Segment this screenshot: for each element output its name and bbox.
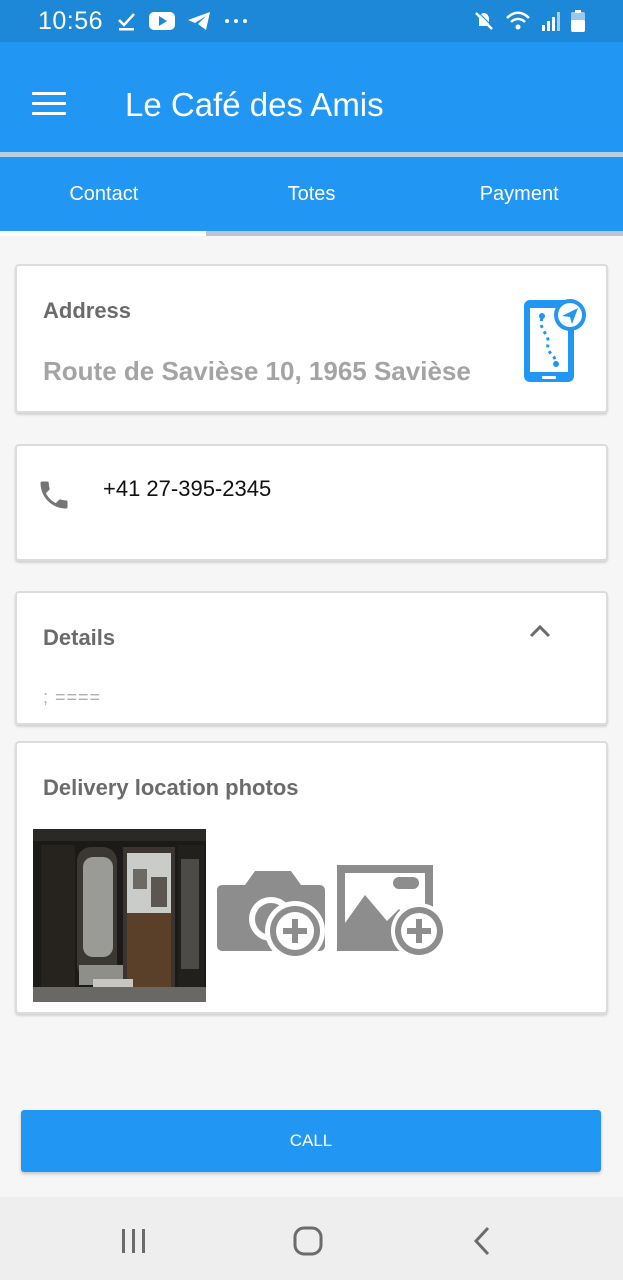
tab-payment[interactable]: Payment [415, 157, 623, 231]
status-time: 10:56 [38, 6, 104, 35]
system-nav-bar [0, 1197, 623, 1280]
signal-icon [542, 12, 560, 31]
check-icon [118, 13, 135, 31]
phone-navigation-icon[interactable] [522, 298, 588, 384]
address-card[interactable]: Address Route de Savièse 10, 1965 Saviès… [15, 264, 608, 413]
details-note: ; ==== [43, 687, 102, 707]
phone-icon [40, 481, 68, 509]
wifi-icon [506, 11, 530, 30]
chevron-up-icon[interactable] [527, 621, 553, 641]
delivery-photos-card: Delivery location photos [15, 741, 608, 1014]
more-dots-icon [225, 19, 248, 23]
telegram-icon [188, 12, 211, 30]
storefront-door-photo[interactable] [33, 829, 206, 1002]
mute-icon [475, 11, 494, 30]
add-camera-photo-icon[interactable] [215, 861, 327, 961]
call-button[interactable]: CALL [21, 1110, 601, 1172]
recent-apps-icon[interactable] [118, 1227, 150, 1255]
photos-title: Delivery location photos [43, 775, 299, 800]
tab-bar: Contact Totes Payment [0, 157, 623, 231]
details-card: Details ; ==== [15, 591, 608, 725]
tab-totes[interactable]: Totes [208, 157, 416, 231]
app-bar: Le Café des Amis [0, 42, 623, 152]
home-icon[interactable] [292, 1225, 324, 1257]
add-gallery-photo-icon[interactable] [335, 863, 447, 959]
status-bar: 10:56 [0, 0, 623, 42]
details-title: Details [43, 625, 116, 650]
battery-icon [571, 10, 585, 32]
tab-selected-indicator [0, 231, 206, 236]
phone-card[interactable]: +41 27-395-2345 [15, 444, 608, 561]
app-title: Le Café des Amis [125, 86, 384, 123]
youtube-icon [149, 12, 176, 30]
phone-number[interactable]: +41 27-395-2345 [103, 476, 271, 502]
address-value: Route de Savièse 10, 1965 Savièse [43, 356, 471, 386]
back-icon[interactable] [470, 1225, 494, 1257]
address-title: Address [43, 298, 132, 323]
hamburger-menu-icon[interactable] [32, 92, 66, 116]
tab-contact[interactable]: Contact [0, 157, 208, 231]
